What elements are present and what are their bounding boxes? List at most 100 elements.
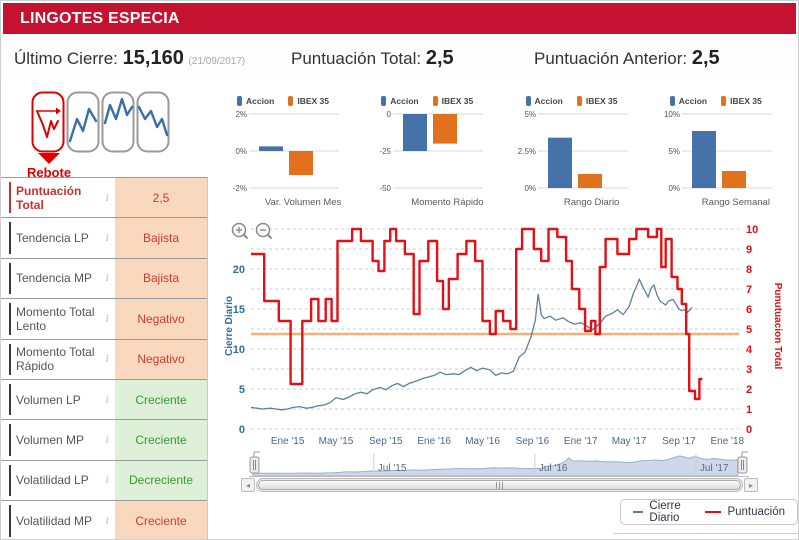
svg-text:Ene '15: Ene '15	[271, 436, 305, 447]
info-icon[interactable]: i	[99, 420, 115, 459]
app-window: LINGOTES ESPECIA Último Cierre: 15,160 (…	[0, 0, 799, 540]
svg-text:0: 0	[387, 110, 392, 119]
scrollbar-thumb[interactable]	[258, 480, 741, 490]
svg-text:Sep '17: Sep '17	[662, 436, 696, 447]
mini-chart-canvas: 5% 2.5% 0%	[517, 110, 628, 193]
mini-chart-title: Rango Diario	[563, 197, 620, 208]
info-icon[interactable]: i	[99, 461, 115, 500]
svg-text:Punutuacion Total: Punutuacion Total	[772, 283, 783, 370]
legend-item[interactable]: Puntuación	[705, 506, 785, 518]
svg-text:Ene '17: Ene '17	[564, 436, 598, 447]
zoom-out-button[interactable]	[255, 222, 273, 240]
svg-text:0: 0	[239, 424, 245, 436]
ibex-legend-label: IBEX 35	[730, 96, 762, 106]
accion-legend-label: Accion	[246, 96, 275, 106]
svg-text:-25: -25	[380, 147, 392, 156]
svg-text:-2%: -2%	[233, 184, 247, 193]
pattern-selector: Rebote	[1, 89, 223, 180]
svg-text:0%: 0%	[524, 184, 536, 193]
indicator-row: Volatilidad LP i Decreciente	[1, 460, 207, 502]
legend-label: Puntuación	[727, 506, 785, 518]
legend-line-icon	[705, 511, 722, 513]
svg-text:5%: 5%	[668, 147, 680, 156]
navigator-left-handle[interactable]	[249, 451, 260, 474]
mini-chart-canvas: 2% 0% -2%	[233, 110, 339, 193]
info-icon[interactable]: i	[99, 340, 115, 379]
total-score-group: Puntuación Total: 2,5	[291, 47, 454, 70]
accion-legend-label: Accion	[534, 96, 563, 106]
svg-text:20: 20	[233, 264, 245, 276]
info-icon[interactable]: i	[99, 299, 115, 338]
indicator-value: Creciente	[115, 501, 207, 539]
svg-text:May '16: May '16	[465, 436, 500, 447]
legend-item[interactable]: Cierre Diario	[633, 500, 691, 524]
svg-text:4: 4	[746, 344, 753, 356]
svg-text:1: 1	[746, 404, 752, 416]
mini-chart-legend: Accion IBEX 35	[223, 93, 367, 109]
mini-chart-legend: Accion IBEX 35	[512, 93, 656, 109]
indicator-value: Negativo	[115, 339, 207, 379]
info-icon[interactable]: i	[99, 218, 115, 257]
scrollbar-grip-icon	[496, 481, 503, 489]
accion-legend-icon	[381, 96, 387, 106]
chart-scrollbar[interactable]: ◂ ▸	[241, 478, 758, 492]
mini-charts-row: Accion IBEX 35 2% 0% -2% Var. Volumen Mes …	[223, 93, 798, 215]
mini-chart-title: Var. Volumen Mes	[264, 197, 342, 208]
svg-text:Ene '18: Ene '18	[710, 436, 744, 447]
ibex-legend-icon	[432, 96, 438, 106]
indicator-row: Tendencia LP i Bajista	[1, 218, 207, 259]
ibex-legend-label: IBEX 35	[441, 96, 474, 106]
info-icon[interactable]: i	[99, 178, 115, 217]
indicator-value: Decreciente	[115, 460, 207, 501]
mini-chart-title: Rango Semanal	[701, 197, 770, 208]
title-bar: LINGOTES ESPECIA	[3, 3, 796, 34]
info-icon[interactable]: i	[99, 259, 115, 298]
svg-text:9: 9	[746, 244, 752, 256]
series-legend: Cierre Diario Puntuación	[620, 499, 798, 525]
indicator-row: Volumen LP i Creciente	[1, 379, 207, 421]
previous-score-label: Puntuación Anterior:	[534, 49, 688, 68]
svg-text:5%: 5%	[524, 110, 536, 119]
indicator-label: Volumen LP	[16, 392, 81, 407]
pattern-top-icon	[101, 91, 135, 153]
pattern-rebote-icon	[31, 91, 65, 153]
summary-strip: Último Cierre: 15,160 (21/09/2017) Puntu…	[1, 39, 798, 79]
svg-text:0%: 0%	[668, 184, 680, 193]
indicator-label: Momento Total Rápido	[16, 345, 95, 374]
scroll-left-icon[interactable]: ◂	[241, 478, 255, 492]
svg-text:5: 5	[239, 384, 245, 396]
info-icon[interactable]: i	[99, 501, 115, 539]
scroll-right-icon[interactable]: ▸	[744, 478, 758, 492]
svg-text:May '17: May '17	[612, 436, 647, 447]
zoom-in-button[interactable]	[231, 222, 249, 240]
indicator-value: Creciente	[115, 379, 207, 420]
mini-chart-canvas: 10% 5% 0%	[664, 110, 772, 193]
scrollbar-track[interactable]	[256, 478, 743, 492]
svg-text:Sep '16: Sep '16	[516, 436, 550, 447]
indicator-row: Momento Total Lento i Negativo	[1, 299, 207, 340]
navigator-right-handle[interactable]	[737, 451, 748, 474]
svg-text:0%: 0%	[235, 147, 247, 156]
mini-chart: Accion IBEX 35 2% 0% -2% Var. Volumen Mes	[223, 93, 367, 215]
last-close-date: (21/09/2017)	[188, 56, 246, 67]
accion-legend-icon	[525, 96, 531, 106]
svg-text:2: 2	[746, 384, 752, 396]
indicator-label: Tendencia LP	[16, 231, 89, 246]
svg-text:Jul '16: Jul '16	[539, 463, 568, 474]
svg-text:-50: -50	[380, 184, 392, 193]
main-chart-canvas: 01234567891005101520Ene '15 May '15 Sep '1…	[224, 222, 783, 447]
indicator-label: Volatilidad LP	[16, 473, 89, 488]
ibex-legend-icon	[576, 96, 582, 106]
main-chart: 0 1 2 3 4 5 6 7 8 9 10 0 5 10 15 20 Ene '15 May '15 Sep '1…	[223, 216, 798, 454]
indicator-label: Momento Total Lento	[16, 304, 95, 333]
accion-legend-icon	[237, 96, 242, 106]
chart-navigator[interactable]: Jul '15 Jul '16 Jul '17	[249, 451, 749, 478]
indicator-value: 2,5	[115, 178, 207, 218]
mini-chart: Accion IBEX 35 0 -25 -50 Momento Rápido	[367, 93, 511, 215]
ibex-legend-icon	[288, 96, 294, 106]
indicator-row: Volatilidad MP i Creciente	[1, 501, 207, 539]
info-icon[interactable]: i	[99, 380, 115, 419]
last-close-value: 15,160	[122, 47, 184, 69]
indicator-label: Puntuación Total	[16, 183, 82, 212]
ibex-legend-label: IBEX 35	[297, 96, 329, 106]
